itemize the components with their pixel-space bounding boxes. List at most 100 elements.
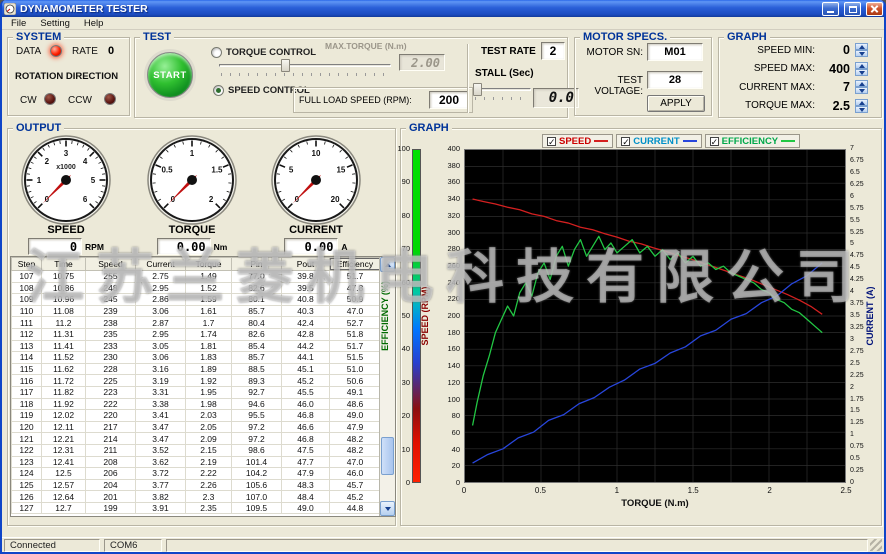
table-row[interactable]: 11111.22382.871.780.442.452.7 — [12, 317, 381, 329]
scroll-down-button[interactable] — [380, 501, 395, 516]
start-button[interactable]: START — [147, 52, 193, 98]
slider-thumb[interactable] — [473, 83, 482, 96]
table-cell: 97.2 — [232, 433, 282, 445]
graph-setting-value[interactable]: 7 — [815, 80, 853, 94]
chart-plot-area[interactable] — [464, 149, 846, 483]
table-header-pout[interactable]: Pout — [282, 258, 330, 271]
table-cell: 255 — [86, 271, 136, 283]
spin-up-button[interactable] — [855, 62, 868, 69]
legend-item-speed[interactable]: ✓SPEED — [542, 134, 613, 148]
table-cell: 89.3 — [232, 375, 282, 387]
svg-text:15: 15 — [336, 166, 345, 175]
table-row[interactable]: 12712.71993.912.35109.549.044.8 — [12, 502, 381, 514]
table-header-current[interactable]: Current — [136, 258, 186, 271]
legend-checkbox[interactable]: ✓ — [547, 137, 556, 146]
table-cell: 50.6 — [330, 375, 381, 387]
legend-checkbox[interactable]: ✓ — [621, 137, 630, 146]
table-cell: 107 — [12, 271, 42, 283]
table-cell: 11.52 — [42, 352, 86, 364]
table-cell: 116 — [12, 375, 42, 387]
max-torque-slider[interactable] — [219, 58, 391, 76]
slider-thumb[interactable] — [281, 59, 290, 72]
torque-control-radio[interactable]: TORQUE CONTROL — [211, 47, 316, 58]
minimize-button[interactable] — [822, 2, 839, 16]
svg-text:10: 10 — [312, 149, 321, 158]
apply-button[interactable]: APPLY — [647, 95, 705, 112]
table-cell: 3.16 — [136, 363, 186, 375]
table-row[interactable]: 10910.962452.861.5980.140.850.9 — [12, 294, 381, 306]
graph-setting-value[interactable]: 2.5 — [815, 99, 853, 113]
test-voltage-input[interactable]: 28 — [647, 71, 703, 89]
table-cell: 10.75 — [42, 271, 86, 283]
max-torque-value: 2.00 — [399, 54, 445, 71]
table-header-time[interactable]: Time — [42, 258, 86, 271]
table-cell: 2.09 — [186, 433, 232, 445]
table-row[interactable]: 10810.862482.951.5282.639.547.8 — [12, 282, 381, 294]
menu-item-file[interactable]: File — [4, 18, 33, 29]
table-header-step[interactable]: Step — [12, 258, 42, 271]
axis-tick-label: 20 — [402, 412, 410, 420]
table-header-efficiency[interactable]: Efficiency — [330, 258, 381, 271]
axis-tick-label: 3.25 — [850, 324, 864, 332]
table-cell: 2.3 — [186, 491, 232, 503]
table-row[interactable]: 12412.52063.722.22104.247.946.0 — [12, 468, 381, 480]
stall-slider[interactable] — [473, 82, 531, 100]
table-row[interactable]: 11711.822233.311.9592.745.549.1 — [12, 386, 381, 398]
table-header-speed[interactable]: Speed — [86, 258, 136, 271]
table-cell: 214 — [86, 433, 136, 445]
table-header-pin[interactable]: Pin — [232, 258, 282, 271]
spin-down-button[interactable] — [855, 50, 868, 57]
table-row[interactable]: 12612.642013.822.3107.048.445.2 — [12, 491, 381, 503]
close-button[interactable] — [866, 2, 883, 16]
table-row[interactable]: 11912.022203.412.0395.546.849.0 — [12, 410, 381, 422]
table-row[interactable]: 11411.522303.061.8385.744.151.5 — [12, 352, 381, 364]
table-cell: 248 — [86, 282, 136, 294]
spin-up-button[interactable] — [855, 43, 868, 50]
torque-gauge: 00.511.52 TORQUE 0.00Nm — [142, 134, 242, 255]
table-row[interactable]: 12012.112173.472.0597.246.647.9 — [12, 421, 381, 433]
legend-item-efficiency[interactable]: ✓EFFICIENCY — [705, 134, 800, 148]
test-rate-input[interactable]: 2 — [541, 42, 565, 60]
table-row[interactable]: 11811.922223.381.9894.646.048.6 — [12, 398, 381, 410]
spin-down-button[interactable] — [855, 106, 868, 113]
table-cell: 2.05 — [186, 421, 232, 433]
torque-readout: 0.00 — [157, 238, 211, 255]
test-caption: TEST — [140, 31, 174, 43]
graph-setting-value[interactable]: 400 — [815, 62, 853, 76]
menu-item-help[interactable]: Help — [77, 18, 111, 29]
table-row[interactable]: 12312.412083.622.19101.447.747.0 — [12, 456, 381, 468]
table-row[interactable]: 12112.212143.472.0997.246.848.2 — [12, 433, 381, 445]
svg-text:5: 5 — [91, 176, 96, 185]
table-row[interactable]: 11211.312352.951.7482.642.851.8 — [12, 328, 381, 340]
table-cell: 233 — [86, 340, 136, 352]
axis-tick-label: 1.75 — [850, 396, 864, 404]
full-load-speed-input[interactable]: 200 — [429, 91, 469, 109]
speed-unit: RPM — [85, 242, 104, 252]
table-cell: 204 — [86, 479, 136, 491]
table-cell: 42.4 — [282, 317, 330, 329]
table-row[interactable]: 11311.412333.051.8185.444.251.7 — [12, 340, 381, 352]
legend-checkbox[interactable]: ✓ — [710, 137, 719, 146]
spin-down-button[interactable] — [855, 69, 868, 76]
legend-item-current[interactable]: ✓CURRENT — [616, 134, 701, 148]
spin-up-button[interactable] — [855, 80, 868, 87]
table-row[interactable]: 12512.572043.772.26105.648.345.7 — [12, 479, 381, 491]
table-row[interactable]: 11511.622283.161.8988.545.151.0 — [12, 363, 381, 375]
table-header-torque[interactable]: Torque — [186, 258, 232, 271]
table-row[interactable]: 11011.082393.061.6185.740.347.0 — [12, 305, 381, 317]
graph-setting-value[interactable]: 0 — [815, 43, 853, 57]
spin-down-button[interactable] — [855, 87, 868, 94]
axis-tick-label: 5.5 — [850, 217, 860, 225]
axis-tick-label: 0 — [406, 479, 410, 487]
spin-up-button[interactable] — [855, 99, 868, 106]
maximize-button[interactable] — [844, 2, 861, 16]
motor-sn-input[interactable]: M01 — [647, 43, 703, 61]
table-row[interactable]: 11611.722253.191.9289.345.250.6 — [12, 375, 381, 387]
resize-grip[interactable] — [870, 539, 882, 551]
table-cell: 2.35 — [186, 502, 232, 514]
table-row[interactable]: 10710.752552.751.4977.039.851.7 — [12, 271, 381, 283]
axis-tick-label: 320 — [447, 212, 460, 220]
table-row[interactable]: 12212.312113.522.1598.647.548.2 — [12, 444, 381, 456]
menu-item-setting[interactable]: Setting — [33, 18, 77, 29]
table-cell: 49.1 — [330, 386, 381, 398]
